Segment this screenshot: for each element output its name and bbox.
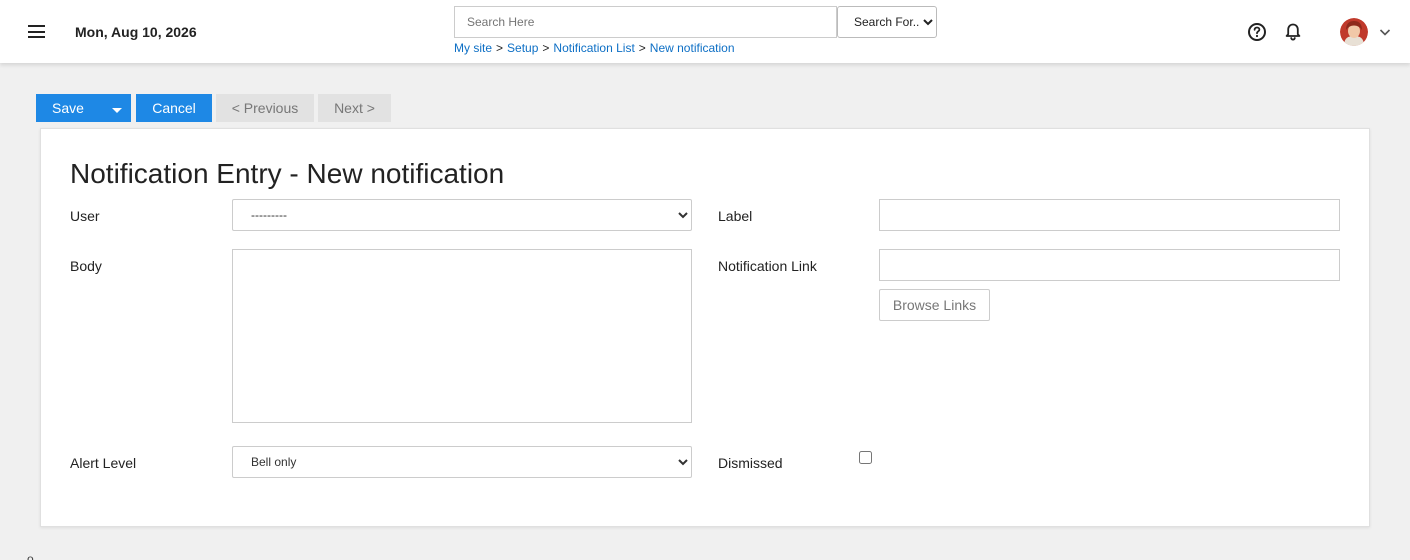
breadcrumb-separator: > xyxy=(638,41,646,55)
notification-link-label: Notification Link xyxy=(718,258,817,274)
label-input[interactable] xyxy=(879,199,1340,231)
previous-button[interactable]: < Previous xyxy=(216,94,314,122)
cancel-button[interactable]: Cancel xyxy=(136,94,212,122)
alert-level-label: Alert Level xyxy=(70,455,137,471)
breadcrumb-separator: > xyxy=(542,41,550,55)
breadcrumb-separator: > xyxy=(496,41,504,55)
page-title: Notification Entry - New notification xyxy=(70,158,505,189)
save-options-button[interactable] xyxy=(102,94,131,122)
alert-level-select[interactable]: Bell only xyxy=(232,446,692,478)
menu-icon[interactable] xyxy=(28,25,45,38)
body-label: Body xyxy=(70,258,102,274)
save-button[interactable]: Save xyxy=(36,94,102,122)
user-label: User xyxy=(70,208,100,224)
chevron-down-icon[interactable] xyxy=(1377,24,1393,40)
next-button[interactable]: Next > xyxy=(318,94,391,122)
dismissed-label: Dismissed xyxy=(718,455,783,471)
help-circle-icon[interactable] xyxy=(1247,22,1267,42)
search-input[interactable] xyxy=(454,6,837,38)
body-textarea[interactable] xyxy=(232,249,692,423)
dismissed-checkbox[interactable] xyxy=(859,451,872,464)
breadcrumb-setup[interactable]: Setup xyxy=(507,41,538,55)
breadcrumb-my-site[interactable]: My site xyxy=(454,41,492,55)
browse-links-button[interactable]: Browse Links xyxy=(879,289,990,321)
breadcrumb: My site > Setup > Notification List > New noti… xyxy=(454,41,735,55)
breadcrumb-new-notification[interactable]: New notification xyxy=(650,41,735,55)
bell-icon[interactable] xyxy=(1283,22,1303,42)
caret-down-icon xyxy=(111,108,122,113)
current-date: Mon, Aug 10, 2026 xyxy=(75,24,197,40)
breadcrumb-notification-list[interactable]: Notification List xyxy=(553,41,634,55)
top-header: Mon, Aug 10, 2026 Search For... My site >… xyxy=(0,0,1410,63)
notification-link-input[interactable] xyxy=(879,249,1340,281)
label-field-label: Label xyxy=(718,208,753,224)
avatar[interactable] xyxy=(1340,18,1368,46)
user-select[interactable]: --------- xyxy=(232,199,692,231)
footer-mark: o xyxy=(27,552,34,560)
search-for-select[interactable]: Search For... xyxy=(837,6,937,38)
